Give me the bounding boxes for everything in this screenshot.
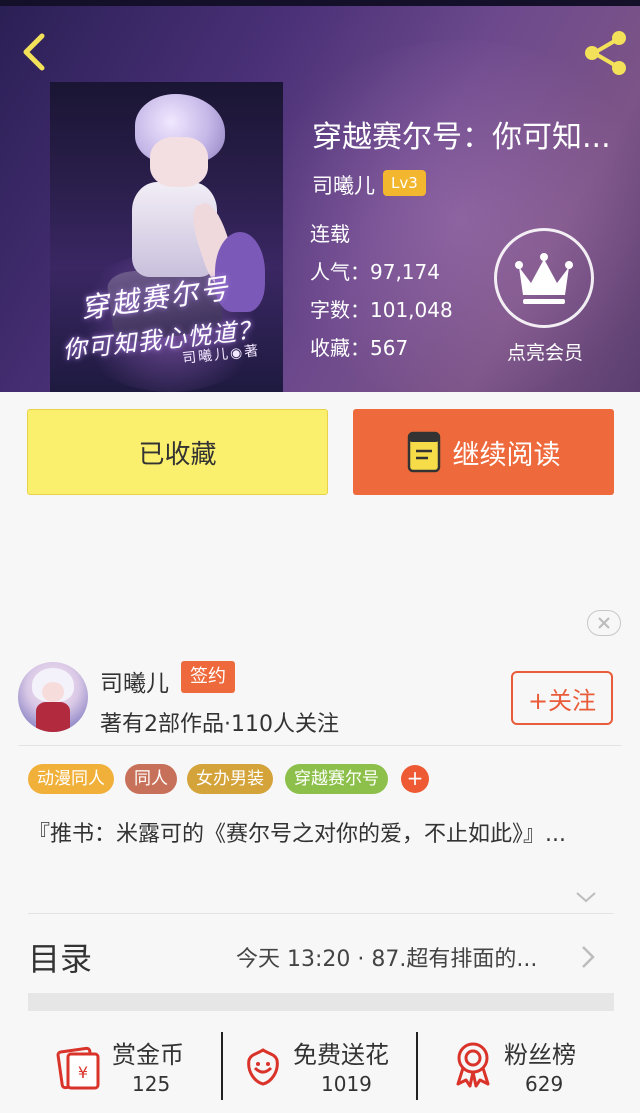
- ranking-medal-icon: [456, 1042, 490, 1088]
- close-ad-button[interactable]: [587, 610, 621, 636]
- avatar-face: [42, 682, 64, 702]
- book-description[interactable]: 『推书：米露可的《赛尔号之对你的爱，不止如此》』...: [28, 820, 588, 850]
- cover-figure-face: [150, 137, 208, 187]
- back-button[interactable]: [14, 30, 58, 74]
- flower-stat[interactable]: 免费送花 1019: [243, 1030, 413, 1106]
- book-cover[interactable]: 穿越赛尔号 你可知我心悦道？ 司曦儿◉著: [50, 82, 283, 392]
- tag-item[interactable]: 动漫同人: [28, 764, 114, 794]
- stat-value: 629: [525, 1072, 564, 1096]
- vip-label[interactable]: 点亮会员: [490, 338, 600, 365]
- toc-label[interactable]: 目录: [28, 934, 92, 980]
- chevron-down-icon: [576, 892, 596, 903]
- add-tag-button[interactable]: +: [401, 765, 429, 793]
- word-count-label: 字数：: [310, 298, 370, 322]
- share-icon: [585, 31, 626, 75]
- book-favorites: 收藏：567: [310, 332, 408, 361]
- stat-value: 1019: [321, 1072, 372, 1096]
- popularity-value: 97,174: [370, 260, 440, 284]
- divider: [221, 1032, 223, 1100]
- continue-reading-button[interactable]: 继续阅读: [353, 409, 614, 495]
- expand-description-button[interactable]: [575, 886, 597, 908]
- flower-icon: [247, 1048, 279, 1086]
- tag-item[interactable]: 同人: [125, 764, 177, 794]
- crown-icon: [515, 253, 573, 304]
- favorites-label: 收藏：: [310, 336, 370, 360]
- writer-avatar[interactable]: [18, 662, 88, 732]
- popularity-label: 人气：: [310, 260, 370, 284]
- section-separator: [28, 993, 614, 1011]
- book-status: 连载: [310, 222, 350, 246]
- favorited-button[interactable]: 已收藏: [27, 409, 328, 495]
- favorites-value: 567: [370, 336, 409, 360]
- favorited-label: 已收藏: [138, 439, 217, 470]
- stat-label: 免费送花: [293, 1041, 389, 1069]
- chevron-right-icon: [582, 946, 595, 968]
- divider: [416, 1032, 418, 1100]
- tag-item[interactable]: 女办男装: [187, 764, 273, 794]
- stat-label: 赏金币: [112, 1041, 184, 1069]
- tag-item[interactable]: 穿越赛尔号: [285, 764, 388, 794]
- book-icon: [407, 431, 440, 473]
- divider: [28, 913, 614, 914]
- word-count-value: 101,048: [370, 298, 453, 322]
- author-level-badge: Lv3: [383, 170, 426, 196]
- writer-stats: 著有2部作品·110人关注: [100, 712, 339, 737]
- vip-button[interactable]: [494, 228, 594, 328]
- reward-coin-stat[interactable]: ¥ 赏金币 125: [56, 1030, 216, 1106]
- writer-name[interactable]: 司曦儿: [100, 664, 169, 698]
- stat-value: 125: [132, 1072, 171, 1096]
- book-word-count: 字数：101,048: [310, 294, 453, 323]
- back-arrow-icon: [23, 33, 45, 71]
- signed-badge: 签约: [181, 661, 235, 693]
- svg-text:¥: ¥: [78, 1063, 88, 1082]
- divider: [18, 745, 622, 746]
- book-author[interactable]: 司曦儿: [312, 170, 375, 200]
- share-button[interactable]: [580, 30, 630, 76]
- follow-button[interactable]: +关注: [511, 671, 613, 725]
- book-popularity: 人气：97,174: [310, 256, 440, 285]
- book-header: 穿越赛尔号 你可知我心悦道？ 司曦儿◉著 穿越赛尔号：你可知... 司曦儿 Lv…: [0, 0, 640, 392]
- latest-chapter[interactable]: 今天 13:20 · 87.超有排面的...: [236, 941, 572, 973]
- toc-open-button[interactable]: [578, 944, 598, 970]
- avatar-dress: [36, 702, 70, 732]
- follow-label: +关注: [527, 686, 597, 715]
- book-title: 穿越赛尔号：你可知...: [312, 120, 611, 155]
- reward-coin-icon: ¥: [56, 1046, 100, 1090]
- stat-label: 粉丝榜: [504, 1041, 576, 1069]
- status-bar: [0, 0, 640, 6]
- continue-reading-label: 继续阅读: [452, 439, 561, 471]
- fan-ranking-stat[interactable]: 粉丝榜 629: [452, 1030, 612, 1106]
- close-icon: [598, 617, 610, 629]
